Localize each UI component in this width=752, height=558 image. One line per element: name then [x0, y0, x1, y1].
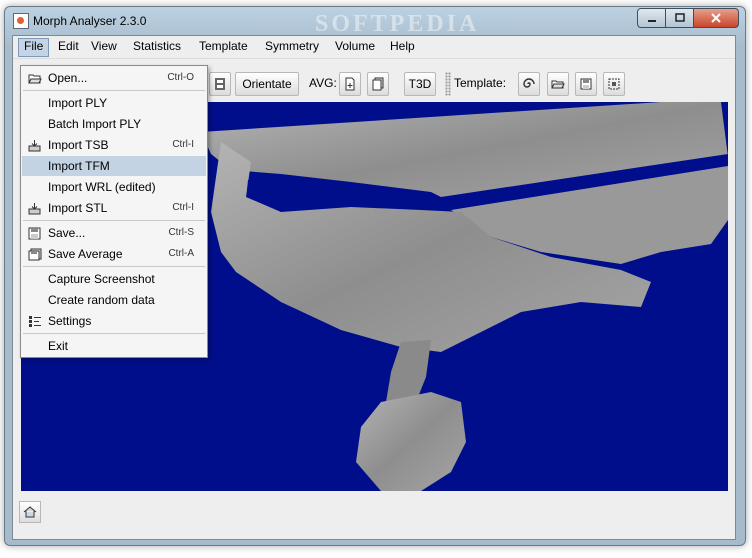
menu-item-import-tsb[interactable]: Import TSB Ctrl-I	[22, 135, 206, 155]
menu-item-open[interactable]: Open... Ctrl-O	[22, 68, 206, 88]
import-icon	[28, 203, 41, 215]
menu-item-label: Import STL	[48, 201, 108, 215]
film-icon	[215, 78, 225, 90]
save-average-icon	[28, 248, 42, 261]
softpedia-watermark: SOFTPEDIA	[315, 11, 480, 37]
folder-open-icon	[28, 74, 42, 84]
menu-item-label: Settings	[48, 314, 92, 328]
menu-item-shortcut: Ctrl-I	[172, 139, 194, 150]
menu-item-label: Import PLY	[48, 96, 108, 110]
menu-item-import-tfm[interactable]: Import TFM	[22, 156, 206, 176]
menu-item-capture-screenshot[interactable]: Capture Screenshot	[22, 269, 206, 289]
menu-item-label: Open...	[48, 71, 88, 85]
view-frames-button[interactable]	[209, 72, 231, 96]
menu-item-label: Save...	[48, 226, 86, 240]
file-menu-dropdown: Open... Ctrl-O Import PLY Batch Import P…	[20, 65, 208, 358]
home-icon	[23, 506, 37, 518]
avg-view-button[interactable]	[367, 72, 389, 96]
template-select-button[interactable]	[603, 72, 625, 96]
menu-bar: File Edit View Statistics Template Symme…	[13, 36, 735, 59]
menu-item-save[interactable]: Save... Ctrl-S	[22, 223, 206, 243]
menu-separator	[23, 333, 205, 334]
menu-symmetry[interactable]: Symmetry	[260, 38, 324, 55]
menu-separator	[23, 90, 205, 91]
mesh-hole	[247, 178, 283, 194]
menu-separator	[23, 266, 205, 267]
window-title: Morph Analyser 2.3.0	[33, 14, 147, 28]
menu-item-shortcut: Ctrl-A	[168, 248, 194, 259]
menu-item-label: Import TFM	[48, 159, 110, 173]
maximize-icon	[674, 13, 685, 22]
menu-item-settings[interactable]: Settings	[22, 311, 206, 331]
document-add-icon	[345, 77, 355, 91]
menu-edit[interactable]: Edit	[53, 38, 84, 55]
avg-label: AVG:	[309, 76, 337, 90]
java-app-icon	[13, 13, 29, 29]
template-save-button[interactable]	[575, 72, 597, 96]
menu-item-import-ply[interactable]: Import PLY	[22, 93, 206, 113]
maximize-button[interactable]	[665, 8, 694, 28]
close-icon	[711, 13, 721, 23]
toolbar-grip[interactable]	[445, 72, 451, 96]
template-open-button[interactable]	[547, 72, 569, 96]
menu-item-label: Create random data	[48, 293, 155, 307]
import-icon	[28, 140, 41, 152]
selection-icon	[608, 78, 620, 90]
window-controls	[637, 8, 739, 28]
t3d-button[interactable]: T3D	[404, 72, 436, 96]
menu-item-shortcut: Ctrl-S	[168, 227, 194, 238]
menu-item-label: Exit	[48, 339, 69, 353]
menu-item-label: Batch Import PLY	[48, 117, 142, 131]
menu-item-create-random-data[interactable]: Create random data	[22, 290, 206, 310]
orientate-button[interactable]: Orientate	[235, 72, 299, 96]
menu-item-label: Import WRL (edited)	[48, 180, 156, 194]
mesh-lower-knob	[356, 392, 466, 491]
menu-item-shortcut: Ctrl-I	[172, 202, 194, 213]
template-label: Template:	[454, 76, 507, 90]
save-icon	[28, 227, 41, 240]
menu-item-label: Save Average	[48, 247, 123, 261]
folder-open-icon	[551, 80, 565, 89]
minimize-button[interactable]	[637, 8, 666, 28]
menu-volume[interactable]: Volume	[330, 38, 380, 55]
settings-icon	[29, 316, 41, 327]
status-bar	[13, 492, 735, 539]
menu-item-exit[interactable]: Exit	[22, 336, 206, 356]
save-icon	[580, 78, 592, 90]
minimize-icon	[647, 20, 656, 22]
template-rotate-button[interactable]	[518, 72, 540, 96]
menu-file[interactable]: File	[18, 38, 50, 57]
home-button[interactable]	[19, 501, 41, 523]
menu-item-save-average[interactable]: Save Average Ctrl-A	[22, 244, 206, 264]
menu-item-label: Import TSB	[48, 138, 109, 152]
menu-item-shortcut: Ctrl-O	[167, 72, 194, 83]
menu-statistics[interactable]: Statistics	[128, 38, 186, 55]
title-bar[interactable]: Morph Analyser 2.3.0 SOFTPEDIA	[5, 7, 745, 37]
menu-item-import-wrl[interactable]: Import WRL (edited)	[22, 177, 206, 197]
menu-template[interactable]: Template	[194, 38, 253, 55]
menu-item-batch-import-ply[interactable]: Batch Import PLY	[22, 114, 206, 134]
menu-item-label: Capture Screenshot	[48, 272, 155, 286]
menu-separator	[23, 220, 205, 221]
close-button[interactable]	[693, 8, 739, 28]
menu-help[interactable]: Help	[385, 38, 420, 55]
spiral-icon	[523, 78, 535, 88]
avg-add-button[interactable]	[339, 72, 361, 96]
stack-icon	[372, 77, 384, 91]
menu-item-import-stl[interactable]: Import STL Ctrl-I	[22, 198, 206, 218]
menu-view[interactable]: View	[86, 38, 122, 55]
